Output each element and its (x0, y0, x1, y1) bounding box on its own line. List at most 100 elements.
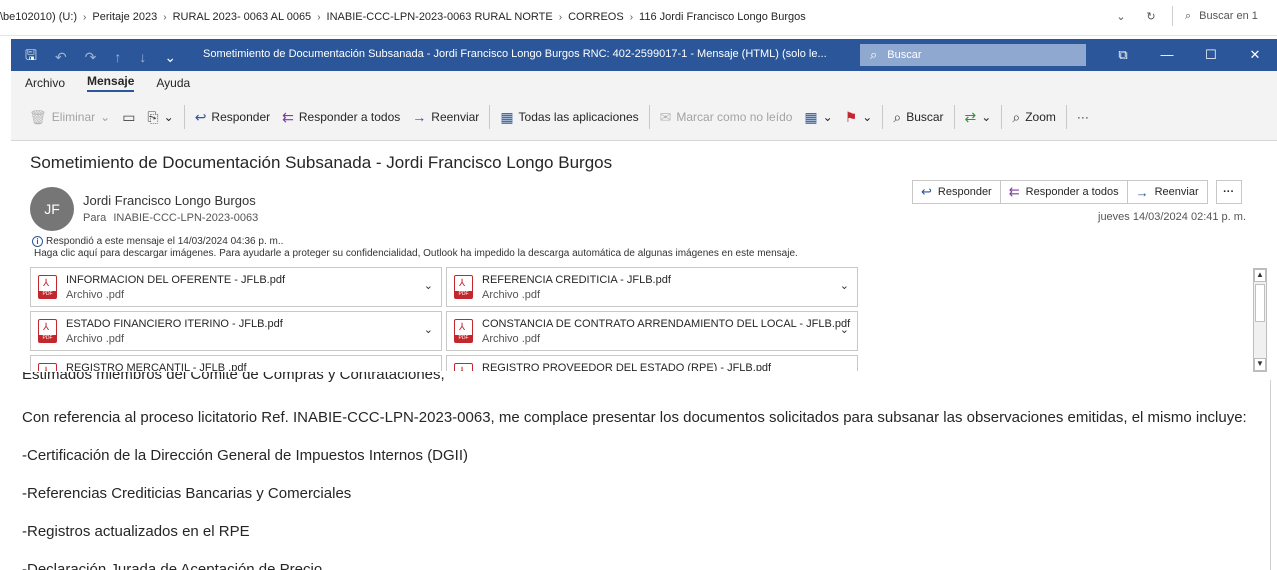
scroll-up-icon[interactable]: ▲ (1254, 269, 1266, 282)
categorize-button[interactable]: ▦ ⌄ (798, 105, 838, 129)
mark-unread-label: Marcar como no leído (676, 110, 793, 124)
tab-mensaje[interactable]: Mensaje (87, 74, 135, 92)
chevron-down-icon[interactable]: ⌄ (840, 279, 849, 292)
message-forward-button[interactable]: → Reenviar (1126, 180, 1208, 204)
translate-icon: ⇄ (964, 108, 977, 125)
explorer-search-input[interactable]: ⌕ Buscar en 1 (1179, 10, 1277, 23)
archive-icon: ▭ (122, 108, 136, 125)
reply-icon: ↩ (194, 108, 207, 125)
body-paragraph: Con referencia al proceso licitatorio Re… (22, 409, 1247, 426)
attachment-type: Archivo .pdf (482, 333, 541, 345)
message-reply-label: Responder (937, 186, 992, 198)
ribbon: 🗑 Eliminar ⌄ ▭ ⎘ ⌄ ↩ Responder ⇇ Respond… (11, 95, 1277, 141)
arrow-down-icon[interactable]: ↓ (139, 49, 146, 65)
save-icon[interactable]: 🖫 (25, 45, 37, 69)
breadcrumb-separator: › (558, 11, 563, 23)
forward-button[interactable]: → Reenviar (406, 105, 485, 129)
delete-button[interactable]: 🗑 Eliminar ⌄ (23, 105, 116, 129)
attachments-list: ⅄ PDF INFORMACION DEL OFERENTE - JFLB.pdf… (30, 265, 1270, 371)
sender-name[interactable]: Jordi Francisco Longo Burgos (83, 193, 256, 208)
move-button[interactable]: ⎘ ⌄ (141, 105, 179, 129)
more-options-button[interactable]: ··· (1071, 105, 1095, 129)
breadcrumb-item-peritaje[interactable]: Peritaje 2023 (92, 11, 157, 23)
chevron-down-icon[interactable]: ⌄ (840, 323, 849, 336)
message-more-button[interactable]: ··· (1215, 180, 1242, 204)
search-button[interactable]: ⌕ Buscar (887, 105, 949, 129)
attachment-item[interactable]: ⅄PDF REGISTRO PROVEEDOR DEL ESTADO (RPE)… (446, 355, 858, 371)
attachment-item[interactable]: ⅄ PDF ESTADO FINANCIERO ITERINO - JFLB.pd… (30, 311, 442, 351)
scroll-thumb[interactable] (1255, 284, 1265, 322)
attachment-type: Archivo .pdf (66, 289, 125, 301)
attachment-item[interactable]: ⅄ PDF REFERENCIA CREDITICIA - JFLB.pdf Ar… (446, 267, 858, 307)
tab-archivo[interactable]: Archivo (25, 76, 65, 90)
explorer-controls: ⌄ ↻ ⌕ Buscar en 1 (1106, 6, 1277, 26)
breadcrumb-separator: › (83, 11, 87, 23)
reply-all-button[interactable]: ⇇ Responder a todos (276, 105, 406, 129)
delete-label: Eliminar (51, 110, 96, 124)
minimize-icon[interactable]: — (1145, 39, 1189, 71)
ribbon-display-icon[interactable]: ⧉ (1101, 39, 1145, 71)
message-reply-all-label: Responder a todos (1025, 186, 1119, 198)
chevron-down-icon: ⌄ (862, 110, 873, 124)
breadcrumb-item-drive[interactable]: \be102010) (U:) (0, 11, 77, 23)
trash-icon: 🗑 (29, 108, 47, 125)
scroll-down-icon[interactable]: ▼ (1254, 358, 1266, 371)
divider (648, 105, 650, 129)
window-title: Sometimiento de Documentación Subsanada … (203, 48, 827, 60)
breadcrumb-item-folder[interactable]: 116 Jordi Francisco Longo Burgos (639, 11, 806, 23)
forward-icon: → (412, 109, 427, 125)
body-list-item: -Referencias Crediticias Bancarias y Com… (22, 485, 352, 502)
maximize-icon[interactable]: ☐ (1189, 39, 1233, 71)
chevron-down-icon: ⌄ (163, 110, 174, 124)
refresh-icon[interactable]: ↻ (1136, 10, 1166, 23)
redo-icon[interactable]: ↷ (85, 49, 97, 66)
chevron-down-icon[interactable]: ⌄ (1106, 10, 1136, 23)
attachment-type: Archivo .pdf (66, 333, 125, 345)
envelope-icon: ✉ (659, 108, 672, 125)
download-images-notice[interactable]: Haga clic aquí para descargar imágenes. … (34, 248, 798, 259)
attachment-item[interactable]: ⅄PDF REGISTRO MERCANTIL - JFLB .pdf Arch… (30, 355, 442, 371)
message-actions: ↩ Responder ⇇ Responder a todos → Reenvi… (912, 180, 1242, 204)
avatar[interactable]: JF (30, 187, 74, 231)
reply-all-icon: ⇇ (282, 108, 294, 125)
search-label: Buscar (906, 110, 944, 124)
all-apps-button[interactable]: ▦ Todas las aplicaciones (494, 105, 644, 129)
reply-icon: ↩ (921, 184, 932, 199)
reply-button[interactable]: ↩ Responder (189, 105, 276, 129)
breadcrumb: \be102010) (U:) › Peritaje 2023 › RURAL … (0, 11, 806, 23)
breadcrumb-item-correos[interactable]: CORREOS (568, 11, 624, 23)
breadcrumb-item-rural[interactable]: RURAL 2023- 0063 AL 0065 (173, 11, 312, 23)
forward-label: Reenviar (431, 110, 480, 124)
attachment-name: ESTADO FINANCIERO ITERINO - JFLB.pdf (66, 318, 283, 330)
title-search-box[interactable]: ⌕ Buscar (860, 44, 1086, 66)
follow-up-button[interactable]: ⚑ ⌄ (839, 105, 879, 129)
zoom-button[interactable]: ⌕ Zoom (1006, 105, 1062, 129)
close-icon[interactable]: ✕ (1233, 39, 1277, 71)
message-reply-all-button[interactable]: ⇇ Responder a todos (999, 180, 1128, 204)
arrow-up-icon[interactable]: ↑ (114, 49, 121, 65)
archive-button[interactable]: ▭ (116, 105, 141, 129)
move-folder-icon: ⎘ (147, 108, 159, 125)
customize-toolbar-icon[interactable]: ⌄ (164, 49, 176, 66)
recipient-name[interactable]: INABIE-CCC-LPN-2023-0063 (113, 212, 258, 224)
mark-unread-button[interactable]: ✉ Marcar como no leído (654, 105, 799, 129)
pdf-icon: ⅄PDF (454, 363, 473, 371)
info-icon: i (32, 236, 43, 247)
to-label: Para (83, 212, 107, 224)
chevron-down-icon[interactable]: ⌄ (424, 323, 433, 336)
attachment-item[interactable]: ⅄ PDF CONSTANCIA DE CONTRATO ARRENDAMIENT… (446, 311, 858, 351)
chevron-down-icon[interactable]: ⌄ (840, 367, 849, 371)
undo-icon[interactable]: ↶ (55, 49, 67, 66)
divider (1065, 105, 1067, 129)
tab-ayuda[interactable]: Ayuda (156, 76, 190, 90)
chevron-down-icon[interactable]: ⌄ (424, 367, 433, 371)
attachment-item[interactable]: ⅄ PDF INFORMACION DEL OFERENTE - JFLB.pdf… (30, 267, 442, 307)
body-list-item: -Declaración Jurada de Aceptación de Pre… (22, 561, 323, 570)
translate-button[interactable]: ⇄ ⌄ (959, 105, 998, 129)
all-apps-label: Todas las aplicaciones (518, 110, 639, 124)
attachments-scrollbar[interactable]: ▲ ▼ (1253, 268, 1267, 372)
breadcrumb-item-inabie[interactable]: INABIE-CCC-LPN-2023-0063 RURAL NORTE (327, 11, 553, 23)
breadcrumb-separator: › (317, 11, 321, 23)
chevron-down-icon[interactable]: ⌄ (424, 279, 433, 292)
message-reply-button[interactable]: ↩ Responder (912, 180, 1001, 204)
